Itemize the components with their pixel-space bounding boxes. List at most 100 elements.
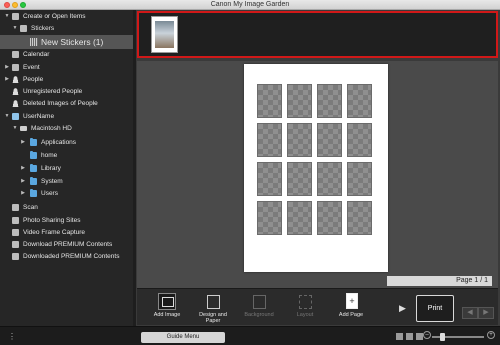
sticker-frame[interactable]: [317, 162, 342, 196]
add-image-button[interactable]: Add Image: [147, 292, 187, 324]
print-button[interactable]: Print: [416, 295, 454, 322]
chevron-right-icon[interactable]: ▶: [399, 303, 406, 314]
zoom-out-icon[interactable]: –: [423, 331, 431, 339]
sticker-frame[interactable]: [347, 123, 372, 157]
sticker-frame[interactable]: [317, 123, 342, 157]
sidebar: ▼ Create or Open Items ▼ Stickers New St…: [0, 10, 136, 326]
sidebar-scrollbar[interactable]: [133, 10, 136, 326]
download-icon: [12, 241, 19, 248]
title-bar: Canon My Image Garden: [0, 0, 500, 10]
video-icon: [12, 229, 19, 236]
collapse-arrow-icon[interactable]: ▼: [4, 11, 10, 22]
sticker-frame[interactable]: [257, 123, 282, 157]
sidebar-item-label: Deleted Images of People: [23, 100, 98, 107]
sidebar-item-photo-sharing-sites[interactable]: Photo Sharing Sites: [0, 215, 133, 226]
expand-arrow-icon[interactable]: ▶: [4, 62, 10, 73]
sidebar-item-users[interactable]: ▶ Users: [0, 188, 133, 199]
photo-sharing-icon: [12, 217, 19, 224]
sidebar-item-calendar[interactable]: Calendar: [0, 49, 133, 60]
detail-view-icon[interactable]: [406, 333, 413, 340]
sidebar-item-new-stickers[interactable]: New Stickers (1): [0, 35, 133, 49]
sticker-frame[interactable]: [347, 84, 372, 118]
sidebar-item-label: Scan: [23, 204, 38, 211]
sidebar-item-label: Applications: [41, 139, 77, 146]
expand-arrow-icon[interactable]: ▶: [20, 176, 26, 187]
thumbnail-view-icon[interactable]: [396, 333, 403, 340]
sticker-frame[interactable]: [317, 84, 342, 118]
selected-images-strip[interactable]: [137, 11, 498, 58]
sidebar-item-label: Macintosh HD: [31, 125, 72, 132]
sidebar-item-label: Event: [23, 64, 40, 71]
expand-arrow-icon[interactable]: ▶: [20, 137, 26, 148]
sidebar-item-downloaded-premium-contents[interactable]: Downloaded PREMIUM Contents: [0, 251, 133, 262]
sidebar-item-system[interactable]: ▶ System: [0, 176, 133, 187]
sidebar-item-scan[interactable]: Scan: [0, 202, 133, 213]
add-page-button[interactable]: Add Page: [331, 292, 371, 324]
zoom-slider-knob[interactable]: [440, 333, 445, 341]
sidebar-item-people[interactable]: ▶ People: [0, 74, 133, 85]
event-icon: [12, 64, 19, 71]
background-label: Background: [244, 312, 274, 318]
person-icon: [12, 88, 19, 95]
sticker-frame[interactable]: [347, 162, 372, 196]
sticker-frame[interactable]: [287, 84, 312, 118]
thumbnail-photo: [155, 21, 174, 48]
collapse-arrow-icon[interactable]: ▼: [12, 123, 18, 134]
page-navigation: ◀ ▶: [462, 301, 496, 319]
folder-icon: [30, 138, 37, 146]
sticker-frame[interactable]: [287, 201, 312, 235]
sticker-frame[interactable]: [257, 201, 282, 235]
sidebar-item-library[interactable]: ▶ Library: [0, 163, 133, 174]
background-button[interactable]: Background: [239, 292, 279, 324]
sidebar-item-deleted-images-of-people[interactable]: Deleted Images of People: [0, 98, 133, 109]
sidebar-item-label: Photo Sharing Sites: [23, 217, 81, 224]
window-title: Canon My Image Garden: [210, 1, 290, 8]
layout-button[interactable]: Layout: [285, 292, 325, 324]
page-indicator: Page 1 / 1: [387, 276, 492, 286]
collapse-arrow-icon[interactable]: ▼: [12, 23, 18, 34]
add-page-label: Add Page: [338, 312, 364, 318]
folder-icon: [30, 164, 37, 172]
sidebar-item-label: home: [41, 152, 58, 159]
sidebar-item-event[interactable]: ▶ Event: [0, 62, 133, 73]
zoom-in-icon[interactable]: +: [487, 331, 495, 339]
more-options-icon[interactable]: ⋮: [8, 332, 16, 341]
sidebar-item-label: Unregistered People: [23, 88, 83, 95]
downloaded-icon: [12, 253, 19, 260]
sticker-icon: [20, 25, 27, 32]
sidebar-item-label: Calendar: [23, 51, 50, 58]
expand-arrow-icon[interactable]: ▶: [20, 163, 26, 174]
sidebar-item-applications[interactable]: ▶ Applications: [0, 137, 133, 148]
next-page-button[interactable]: ▶: [478, 307, 494, 319]
design-and-paper-button[interactable]: Design and Paper: [193, 292, 233, 324]
sticker-frame[interactable]: [287, 123, 312, 157]
previous-page-button[interactable]: ◀: [462, 307, 478, 319]
fullscreen-icon[interactable]: [416, 333, 423, 340]
preview-area: Page 1 / 1: [137, 61, 498, 288]
guide-menu-button[interactable]: Guide Menu: [141, 332, 225, 343]
sidebar-item-home[interactable]: home: [0, 150, 133, 161]
scan-icon: [12, 204, 19, 211]
sidebar-item-label: Download PREMIUM Contents: [23, 241, 113, 248]
expand-arrow-icon[interactable]: ▶: [4, 74, 10, 85]
layout-icon: [296, 293, 314, 310]
image-thumbnail[interactable]: [151, 16, 178, 53]
sidebar-item-unregistered-people[interactable]: Unregistered People: [0, 86, 133, 97]
sticker-frame[interactable]: [257, 162, 282, 196]
sidebar-item-label: Users: [41, 190, 58, 197]
sticker-sheet-page[interactable]: [244, 64, 388, 272]
sticker-frame[interactable]: [257, 84, 282, 118]
sidebar-item-username[interactable]: ▼ UserName: [0, 111, 133, 122]
sidebar-item-video-frame-capture[interactable]: Video Frame Capture: [0, 227, 133, 238]
sidebar-item-macintosh-hd[interactable]: ▼ Macintosh HD: [0, 123, 133, 134]
sidebar-item-stickers[interactable]: ▼ Stickers: [0, 23, 133, 34]
sticker-frame[interactable]: [287, 162, 312, 196]
folder-icon: [30, 189, 37, 197]
sticker-frame[interactable]: [317, 201, 342, 235]
collapse-arrow-icon[interactable]: ▼: [4, 111, 10, 122]
sticker-frame[interactable]: [347, 201, 372, 235]
sidebar-item-download-premium-contents[interactable]: Download PREMIUM Contents: [0, 239, 133, 250]
zoom-slider[interactable]: [432, 333, 484, 341]
expand-arrow-icon[interactable]: ▶: [20, 188, 26, 199]
sidebar-item-create-or-open-items[interactable]: ▼ Create or Open Items: [0, 11, 133, 22]
